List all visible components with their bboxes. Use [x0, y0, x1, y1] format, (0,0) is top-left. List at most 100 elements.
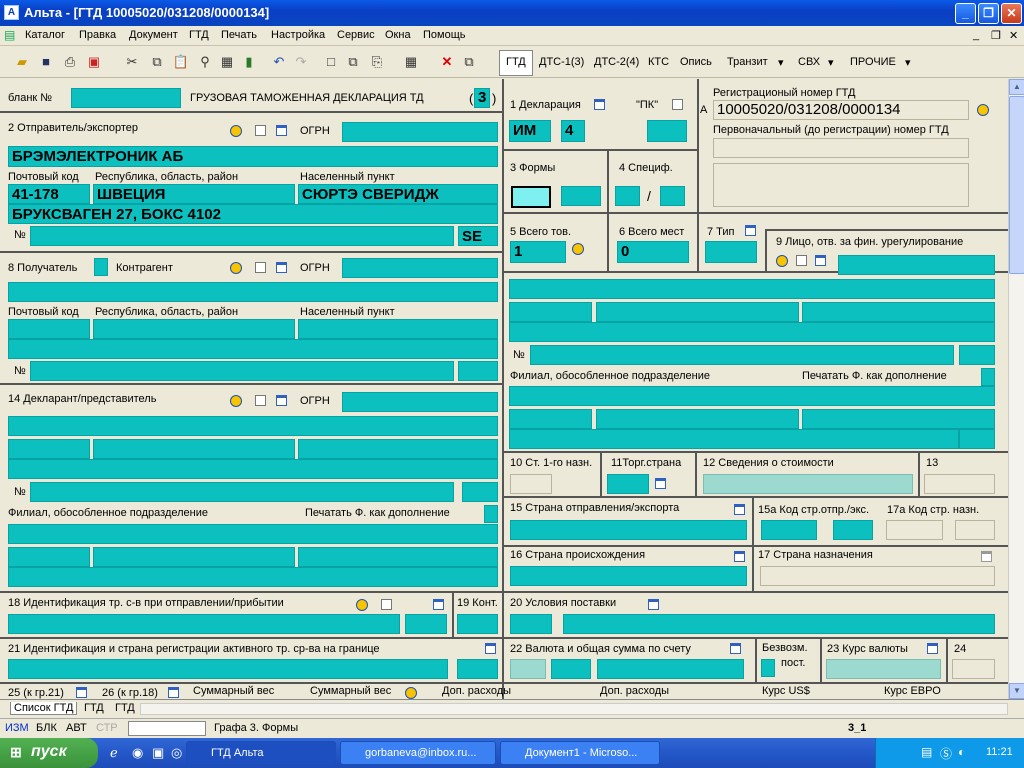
- invoice-amount-field[interactable]: [597, 659, 744, 679]
- skype-icon[interactable]: Ⓢ: [940, 745, 952, 762]
- transit-dropdown-icon[interactable]: ▾: [778, 56, 784, 69]
- undo-icon[interactable]: ↶: [270, 53, 288, 71]
- sender-number-field[interactable]: [30, 226, 454, 246]
- doc-icon[interactable]: [672, 99, 683, 110]
- window-icon[interactable]: [168, 687, 179, 698]
- value-info-field[interactable]: [703, 474, 913, 494]
- sheet-number-field[interactable]: 3: [474, 88, 490, 108]
- window-icon[interactable]: [276, 125, 287, 136]
- declarant-ogrn-field[interactable]: [342, 392, 498, 412]
- box13-field[interactable]: [924, 474, 995, 494]
- counterparty-checkbox[interactable]: [94, 258, 108, 276]
- export-country-code-field[interactable]: [761, 520, 817, 540]
- tab-gtd-2[interactable]: ГТД: [115, 702, 135, 714]
- receiver-number-field[interactable]: [30, 361, 454, 381]
- sender-city-field[interactable]: СЮРТЭ СВЕРИДЖ: [298, 184, 498, 204]
- window-icon[interactable]: [927, 643, 938, 654]
- delete-icon[interactable]: ✕: [438, 53, 456, 71]
- doc-icon[interactable]: [255, 395, 266, 406]
- receiver-address-field[interactable]: [8, 339, 498, 359]
- tab-dts1[interactable]: ДТС-1(3): [539, 56, 584, 68]
- close-button[interactable]: ✕: [1001, 3, 1022, 24]
- window-icon[interactable]: [655, 478, 666, 489]
- pk-field[interactable]: [647, 120, 687, 142]
- fin-branch-postal-field[interactable]: [509, 409, 592, 429]
- window-icon[interactable]: [730, 643, 741, 654]
- export-country-field[interactable]: [510, 520, 747, 540]
- trade-country-field[interactable]: [607, 474, 649, 494]
- window-icon[interactable]: [76, 687, 87, 698]
- free-delivery-checkbox[interactable]: [761, 659, 775, 677]
- cut-icon[interactable]: ✂: [123, 53, 141, 71]
- receiver-postal-field[interactable]: [8, 319, 90, 339]
- menu-gtd[interactable]: ГТД: [189, 29, 209, 41]
- window-icon[interactable]: [594, 99, 605, 110]
- spec-total-field[interactable]: [660, 186, 685, 206]
- declarant-region-field[interactable]: [93, 439, 295, 459]
- fin-person-country-field[interactable]: [959, 345, 995, 365]
- tab-gtd-list[interactable]: Список ГТД: [10, 702, 78, 715]
- window-icon[interactable]: [734, 504, 745, 515]
- menu-windows[interactable]: Окна: [385, 29, 411, 41]
- menu-catalog[interactable]: Каталог: [25, 29, 65, 41]
- tab-kts[interactable]: КТС: [648, 56, 669, 68]
- currency-code-field[interactable]: [510, 659, 546, 679]
- start-button[interactable]: ⊞ пуск: [0, 738, 98, 768]
- receiver-region-field[interactable]: [93, 319, 295, 339]
- total-goods-field[interactable]: 1: [510, 241, 566, 263]
- declarant-postal-field[interactable]: [8, 439, 90, 459]
- desktop-icon[interactable]: ▣: [152, 745, 164, 761]
- print-addition-checkbox[interactable]: [484, 505, 498, 523]
- tab-other[interactable]: ПРОЧИЕ: [850, 56, 896, 68]
- initial-number-field[interactable]: [713, 138, 969, 158]
- declarant-branch-address-field[interactable]: [8, 567, 498, 587]
- transport-id-field[interactable]: [8, 614, 400, 634]
- network-icon[interactable]: ▤: [921, 745, 932, 759]
- calculator-icon[interactable]: ▦: [218, 53, 236, 71]
- spec-field[interactable]: [615, 186, 640, 206]
- forms-total-field[interactable]: [561, 186, 601, 206]
- sender-postal-field[interactable]: 41-178: [8, 184, 90, 204]
- fin-person-region-field[interactable]: [596, 302, 799, 322]
- window-icon[interactable]: [815, 255, 826, 266]
- currency-numeric-field[interactable]: [551, 659, 591, 679]
- active-transport-field[interactable]: [8, 659, 448, 679]
- lookup-icon[interactable]: [405, 687, 417, 699]
- reg-number-field[interactable]: 10005020/031208/0000134: [713, 100, 969, 120]
- sender-address-field[interactable]: БРУКСВАГЕН 27, БОКС 4102: [8, 204, 498, 224]
- window-icon[interactable]: [745, 225, 756, 236]
- type-field[interactable]: [705, 241, 757, 263]
- fin-person-postal-field[interactable]: [509, 302, 592, 322]
- lookup-icon[interactable]: [572, 243, 584, 255]
- exchange-rate-field[interactable]: [826, 659, 941, 679]
- procedure-field[interactable]: 4: [561, 120, 585, 142]
- transport-country-field[interactable]: [405, 614, 447, 634]
- task-mail[interactable]: gorbaneva@inbox.ru...: [340, 741, 496, 765]
- window-icon[interactable]: [276, 262, 287, 273]
- open-icon[interactable]: ▰: [13, 53, 31, 71]
- receiver-name-field[interactable]: [8, 282, 498, 302]
- maximize-button[interactable]: ❐: [978, 3, 999, 24]
- task-word[interactable]: Документ1 - Microso...: [500, 741, 660, 765]
- declarant-name-field[interactable]: [8, 416, 498, 436]
- box24-field[interactable]: [952, 659, 995, 679]
- minimize-button[interactable]: _: [955, 3, 976, 24]
- media-icon[interactable]: ◉: [132, 745, 143, 761]
- menu-service[interactable]: Сервис: [337, 29, 375, 41]
- new-doc-icon[interactable]: □: [322, 53, 340, 71]
- find-icon[interactable]: ⚲: [196, 53, 214, 71]
- dest-region-code-field[interactable]: [955, 520, 995, 540]
- fin-person-city-field[interactable]: [802, 302, 995, 322]
- duplicate-icon[interactable]: ⧉: [460, 53, 478, 71]
- sender-name-field[interactable]: БРЭМЭЛЕКТРОНИК АБ: [8, 146, 498, 167]
- window-icon[interactable]: [433, 599, 444, 610]
- paste-icon[interactable]: 📋: [172, 53, 190, 71]
- svh-dropdown-icon[interactable]: ▾: [828, 56, 834, 69]
- doc-icon[interactable]: [255, 125, 266, 136]
- declarant-branch-city-field[interactable]: [298, 547, 498, 567]
- menu-help[interactable]: Помощь: [423, 29, 466, 41]
- lookup-icon[interactable]: [776, 255, 788, 267]
- export-region-code-field[interactable]: [833, 520, 873, 540]
- total-places-field[interactable]: 0: [617, 241, 689, 263]
- boxA-notes-field[interactable]: [713, 163, 969, 207]
